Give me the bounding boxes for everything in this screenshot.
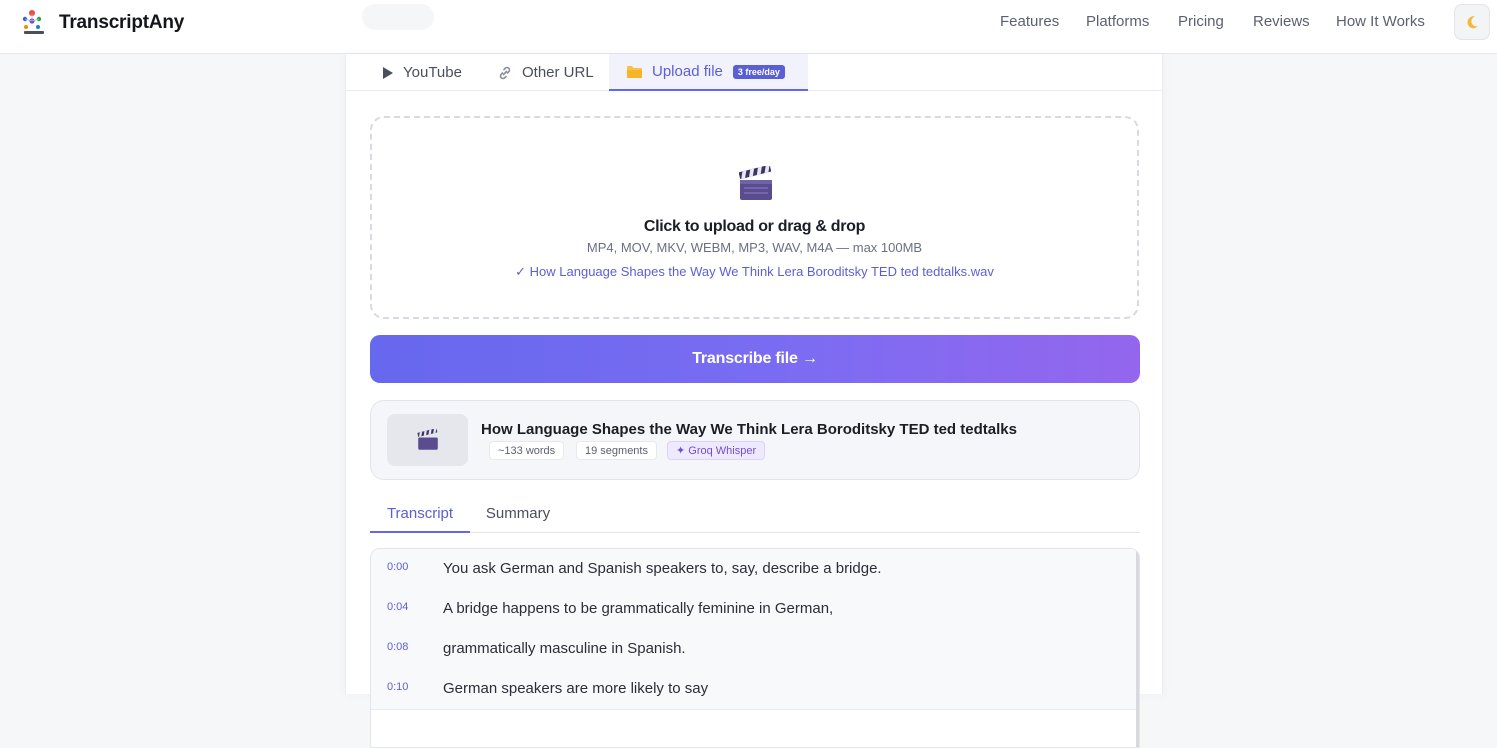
view-tabs: Transcript Summary [370, 496, 1140, 533]
source-tabs: YouTube Other URL Upload file 3 free/day [346, 54, 1162, 91]
free-quota-badge: 3 free/day [732, 64, 785, 79]
tab-upload-file[interactable]: Upload file 3 free/day [609, 54, 808, 91]
moon-icon [1467, 16, 1478, 29]
tab-summary[interactable]: Summary [470, 496, 566, 533]
nav-how-it-works[interactable]: How It Works [1336, 13, 1425, 30]
transcript-segment[interactable]: 0:08 grammatically masculine in Spanish. [371, 629, 1137, 670]
folder-icon [626, 65, 643, 79]
word-count-chip: ~133 words [489, 441, 565, 460]
result-title: How Language Shapes the Way We Think Ler… [481, 421, 1017, 438]
transcript-segment[interactable]: 0:00 You ask German and Spanish speakers… [371, 549, 1137, 590]
nav-pricing[interactable]: Pricing [1178, 13, 1224, 30]
tab-youtube[interactable]: YouTube [382, 54, 492, 91]
transcript-list: 0:00 You ask German and Spanish speakers… [370, 548, 1140, 748]
dropzone-title: Click to upload or drag & drop [643, 218, 866, 235]
transcriber-card: YouTube Other URL Upload file 3 free/day [345, 54, 1163, 748]
top-navbar: TranscriptAny Features Platforms Pricing… [0, 0, 1497, 54]
nav-reviews[interactable]: Reviews [1253, 13, 1310, 30]
brand-name: TranscriptAny [59, 12, 185, 33]
segment-count-chip: 19 segments [576, 441, 657, 460]
nav-features[interactable]: Features [1000, 13, 1059, 30]
segment-timestamp[interactable]: 0:04 [387, 601, 408, 613]
segment-timestamp[interactable]: 0:00 [387, 561, 408, 573]
dropzone-formats: MP4, MOV, MKV, WEBM, MP3, WAV, M4A — max… [586, 240, 923, 255]
result-summary-card: How Language Shapes the Way We Think Ler… [370, 400, 1140, 480]
file-dropzone[interactable]: Click to upload or drag & drop MP4, MOV,… [370, 116, 1139, 319]
clapper-board-icon [738, 164, 773, 207]
media-thumbnail [387, 414, 468, 466]
segment-text: A bridge happens to be grammatically fem… [443, 600, 834, 617]
tab-upload-file-label: Upload file [652, 63, 723, 80]
transcribe-file-button[interactable]: Transcribe file → [370, 335, 1140, 383]
segment-text: You ask German and Spanish speakers to, … [443, 560, 882, 577]
segment-timestamp[interactable]: 0:10 [387, 681, 408, 693]
segment-timestamp[interactable]: 0:08 [387, 641, 408, 653]
faded-header-pill [362, 4, 434, 30]
segment-text: grammatically masculine in Spanish. [443, 640, 686, 657]
link-icon [497, 65, 513, 81]
selected-file-name: ✓ How Language Shapes the Way We Think L… [515, 264, 994, 279]
theme-toggle-button[interactable] [1454, 4, 1490, 40]
tab-youtube-label: YouTube [403, 64, 462, 81]
clapper-board-icon [416, 429, 438, 450]
brand-logo-icon [20, 9, 48, 37]
engine-chip: ✦ Groq Whisper [667, 441, 766, 460]
tab-other-url[interactable]: Other URL [497, 54, 607, 91]
tab-transcript[interactable]: Transcript [370, 496, 470, 533]
transcript-scrollbar[interactable] [1136, 549, 1139, 747]
transcript-segment[interactable]: 0:10 German speakers are more likely to … [371, 669, 1137, 710]
nav-platforms[interactable]: Platforms [1086, 13, 1149, 30]
brand[interactable]: TranscriptAny [20, 8, 184, 38]
tab-other-url-label: Other URL [522, 64, 594, 81]
transcript-segment[interactable]: 0:04 A bridge happens to be grammaticall… [371, 589, 1137, 630]
play-icon [382, 66, 394, 80]
